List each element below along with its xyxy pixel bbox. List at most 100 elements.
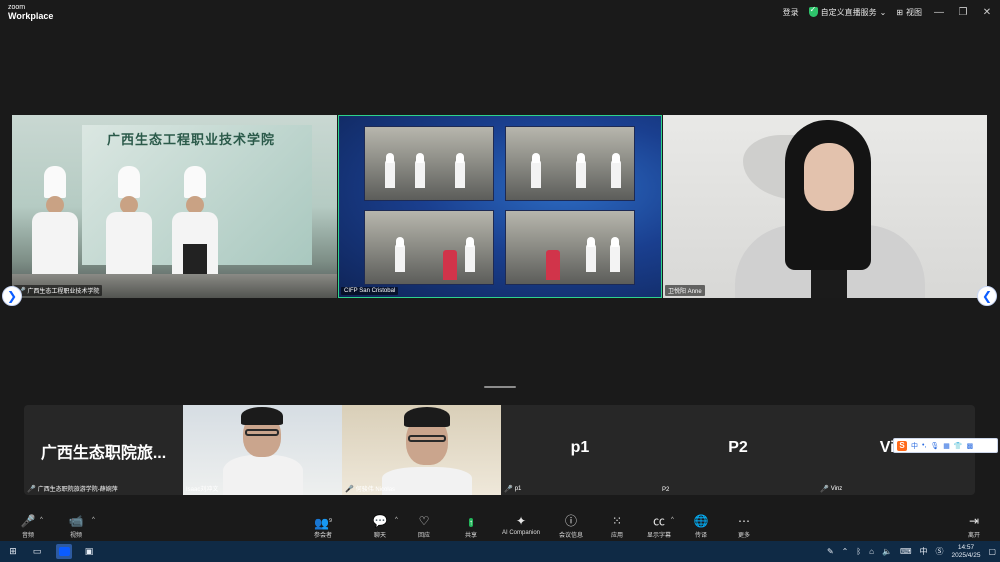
app-taskbar-icon[interactable]: ▣ xyxy=(82,544,96,559)
kitchen-view xyxy=(505,210,635,285)
leave-label: 离开 xyxy=(967,533,980,539)
kitchen-view xyxy=(364,126,494,201)
keyboard-icon[interactable]: ▦ xyxy=(943,442,950,450)
apps-label: 应用 xyxy=(610,533,623,539)
clock[interactable]: 14:57 2025/4/25 xyxy=(952,544,981,560)
globe-icon: 🌐 xyxy=(693,514,709,528)
participant-name-label: Vinz xyxy=(830,486,843,492)
share-button[interactable]: ↑ 共享 xyxy=(443,514,499,539)
pen-icon[interactable]: ✎ xyxy=(827,547,834,556)
participant-tile[interactable]: 广西生态职院旅... 🎤 广西生态职院旅游学院-薛婉萍 xyxy=(24,405,183,495)
zoom-taskbar-icon[interactable] xyxy=(56,544,72,559)
view-button[interactable]: ⊞ 视图 xyxy=(896,7,922,18)
tile-name-label: CIFP San Cristobal xyxy=(341,287,399,295)
translate-label: 传译 xyxy=(694,533,707,539)
system-tray: ✎ ⌃ ᛒ ⌂ 🔈 ⌨ 中 Ⓢ 14:57 2025/4/25 ▢ xyxy=(827,541,996,562)
meeting-info-label: 会议信息 xyxy=(558,533,583,539)
participant-video-tile[interactable]: Isaac刘冲文 xyxy=(183,405,342,495)
heart-icon: ♡ xyxy=(418,514,430,528)
participants-button[interactable]: 👥9 参会者 xyxy=(295,514,351,539)
tile-name-label: 卫悦阳 Anne xyxy=(665,285,705,296)
meeting-toolbar: 🎤 音频 ^ 📹 视频 ^ 👥9 参会者 💬 聊天 ^ ♡ 回应 ↑ 共享 ✦ … xyxy=(0,511,1000,541)
participants-count: 9 xyxy=(329,518,332,524)
ai-companion-button[interactable]: ✦ AI Companion xyxy=(493,514,549,536)
kitchen-view xyxy=(505,126,635,201)
volume-icon[interactable]: 🔈 xyxy=(882,547,892,556)
participant-tile[interactable]: P2 P2 xyxy=(659,405,817,495)
apps-icon: ⁙ xyxy=(611,514,623,528)
live-service-menu[interactable]: 自定义直播服务 ⌄ xyxy=(808,5,887,18)
sparkle-icon: ✦ xyxy=(515,514,527,528)
start-menu-icon[interactable]: ⊞ xyxy=(6,544,20,559)
video-tile-anne[interactable]: 卫悦阳 Anne xyxy=(663,115,987,298)
info-icon: ⓘ xyxy=(564,514,577,528)
mic-muted-icon: 🎤 xyxy=(504,486,513,493)
notification-icon[interactable]: ▢ xyxy=(988,547,996,556)
react-label: 回应 xyxy=(417,533,430,539)
skin-icon[interactable]: 👕 xyxy=(954,442,963,450)
chevron-down-icon: ⌄ xyxy=(879,7,887,17)
participant-tile[interactable]: p1 🎤 p1 xyxy=(501,405,659,495)
keyboard-icon[interactable]: ⌨ xyxy=(900,547,912,556)
sogou-logo-icon: S xyxy=(897,440,907,451)
zoom-workplace-logo: zoom Workplace xyxy=(8,3,53,21)
prev-page-button[interactable]: ❯ xyxy=(2,286,22,306)
windows-taskbar: ⊞ ▭ ▣ ✎ ⌃ ᛒ ⌂ 🔈 ⌨ 中 Ⓢ 14:57 2025/4/25 ▢ xyxy=(0,541,1000,562)
ime-lang-toggle[interactable]: 中 xyxy=(911,441,918,451)
chef-figure xyxy=(172,166,218,276)
camera-off-icon: 📹 xyxy=(68,514,84,528)
shield-icon xyxy=(808,5,818,17)
participant-face xyxy=(804,143,854,211)
close-button[interactable]: ✕ xyxy=(980,7,994,18)
bluetooth-icon[interactable]: ᛒ xyxy=(856,547,861,556)
leave-icon: ⇥ xyxy=(968,514,980,528)
tray-ime-lang[interactable]: 中 xyxy=(920,546,928,557)
kitchen-view xyxy=(364,210,494,285)
grid-icon: ⊞ xyxy=(896,7,903,17)
participant-display-name: 广西生态职院旅... xyxy=(40,445,167,462)
video-button[interactable]: 📹 视频 xyxy=(48,514,104,539)
sogou-tray-icon[interactable]: Ⓢ xyxy=(936,546,944,557)
share-label: 共享 xyxy=(464,533,477,539)
voice-icon[interactable]: 🎙 xyxy=(930,442,939,450)
participant-name-label: P2 xyxy=(662,487,670,493)
participant-strip: 广西生态职院旅... 🎤 广西生态职院旅游学院-薛婉萍 Isaac刘冲文 🎤 何骏伟… xyxy=(24,405,975,495)
participant-name-label: p1 xyxy=(514,486,522,492)
panel-resize-handle[interactable] xyxy=(484,386,516,388)
logo-workplace-text: Workplace xyxy=(8,11,54,21)
audio-options-caret[interactable]: ^ xyxy=(40,517,43,523)
video-options-caret[interactable]: ^ xyxy=(92,517,95,523)
participant-video-tile[interactable]: 🎤 何骏伟 Nicolas xyxy=(342,405,501,495)
clock-date: 2025/4/25 xyxy=(951,551,981,559)
title-bar: zoom Workplace 登录 自定义直播服务 ⌄ ⊞ 视图 — ❐ ✕ xyxy=(0,0,1000,24)
minimize-button[interactable]: — xyxy=(932,7,946,18)
participant-name-label: Isaac刘冲文 xyxy=(186,487,219,493)
captions-label: 显示字幕 xyxy=(646,533,671,539)
task-view-icon[interactable]: ▭ xyxy=(30,544,44,559)
live-service-label: 自定义直播服务 xyxy=(820,7,877,17)
chat-label: 聊天 xyxy=(373,533,386,539)
participant-name-label: 广西生态职院旅游学院-薛婉萍 xyxy=(37,487,118,493)
view-label: 视图 xyxy=(906,7,922,17)
people-icon: 👥9 xyxy=(314,516,332,530)
video-tile-cifp[interactable]: CIFP San Cristobal xyxy=(338,115,662,298)
tile-name-label: 🎤 广西生态工程职业技术学院 xyxy=(14,285,103,296)
participant-display-name: P2 xyxy=(728,439,748,456)
video-tile-guangxi[interactable]: 广西生态工程职业技术学院 🎤 广西生态工程职业技术学院 xyxy=(12,115,337,298)
punctuation-icon[interactable]: •, xyxy=(922,442,926,449)
ime-toolbar[interactable]: S 中 •, 🎙 ▦ 👕 ▩ xyxy=(893,438,998,453)
mic-off-icon: 🎤 xyxy=(20,514,36,528)
network-icon[interactable]: ⌂ xyxy=(869,547,874,556)
participant-figure xyxy=(223,405,303,495)
login-button[interactable]: 登录 xyxy=(783,7,799,18)
more-icon: ⋯ xyxy=(738,514,750,528)
leave-button[interactable]: ⇥ 离开 xyxy=(946,514,1000,539)
more-button[interactable]: ⋯ 更多 xyxy=(716,514,772,539)
toolbox-icon[interactable]: ▩ xyxy=(967,442,974,450)
chef-figure xyxy=(32,166,78,276)
chevron-up-icon[interactable]: ⌃ xyxy=(842,547,849,556)
video-label: 视频 xyxy=(69,533,82,539)
clock-time: 14:57 xyxy=(957,543,975,551)
restore-button[interactable]: ❐ xyxy=(956,7,970,18)
next-page-button[interactable]: ❮ xyxy=(977,286,997,306)
